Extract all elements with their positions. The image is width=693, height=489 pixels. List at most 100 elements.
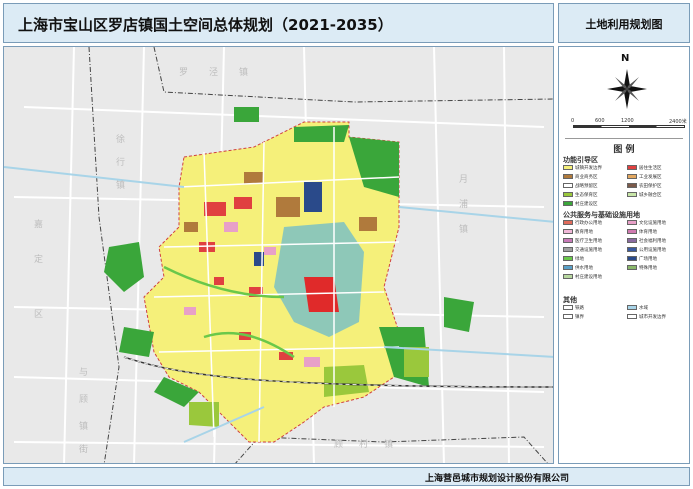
legend-label: 城乡融合区	[639, 193, 662, 198]
legend-swatch	[627, 265, 637, 270]
place-label: 罗	[179, 68, 189, 78]
legend-label: 行政办公用地	[575, 221, 602, 226]
legend-swatch	[563, 256, 573, 261]
place-label: 浦	[459, 200, 469, 210]
legend-section-title: 其他	[563, 296, 577, 304]
legend-swatch	[563, 192, 573, 197]
legend-swatch	[627, 192, 637, 197]
legend-item: 农田保护区	[627, 183, 662, 190]
legend-swatch	[563, 220, 573, 225]
legend-swatch	[627, 174, 637, 179]
title-bar: 上海市宝山区罗店镇国土空间总体规划（2021-2035）	[3, 3, 554, 43]
place-label: 镇	[239, 68, 249, 78]
legend-swatch	[563, 305, 573, 310]
place-label: 嘉	[34, 220, 44, 230]
map-type-title: 土地利用规划图	[585, 18, 663, 31]
land-use-map[interactable]: 罗 泾 镇 徐 行 镇 嘉 定 区 与 顾 镇 街 顾 村 镇 月 浦 镇	[3, 46, 554, 464]
legend-swatch	[563, 265, 573, 270]
legend-label: 城市开发边界	[639, 315, 666, 320]
legend-item: 战略预留区	[563, 183, 598, 190]
place-label: 镇	[459, 225, 469, 235]
legend-item: 公用设施用地	[627, 247, 666, 254]
legend-panel: N 0 600 1200 2400米 图 例 功能引导区 城镇开发边界 居住生活区…	[558, 46, 690, 464]
legend-item: 特殊用地	[627, 265, 657, 272]
place-label: 村	[359, 440, 369, 450]
legend-label: 战略预留区	[575, 184, 598, 189]
legend-swatch	[563, 229, 573, 234]
place-label: 镇	[79, 422, 89, 432]
place-label: 镇	[116, 181, 126, 191]
legend-label: 供水用地	[575, 266, 593, 271]
legend-item: 交通设施用地	[563, 247, 602, 254]
legend-label: 水域	[639, 306, 648, 311]
legend-item: 绿地	[563, 256, 584, 263]
legend-label: 文化设施用地	[639, 221, 666, 226]
legend-label: 教育用地	[575, 230, 593, 235]
place-label: 镇	[384, 440, 394, 450]
scale-bar	[573, 125, 685, 128]
legend-swatch	[627, 247, 637, 252]
legend-item: 供水用地	[563, 265, 593, 272]
legend-label: 工业发展区	[639, 175, 662, 180]
legend-swatch	[563, 183, 573, 188]
legend-swatch	[563, 274, 573, 279]
legend-swatch	[627, 305, 637, 310]
legend-swatch	[627, 229, 637, 234]
scale-label: 2400米	[669, 119, 687, 125]
legend-item: 村庄建设用地	[563, 274, 602, 281]
legend-label: 铁路	[575, 306, 584, 311]
legend-item: 城镇开发边界	[563, 165, 602, 172]
legend-title: 图 例	[559, 138, 689, 155]
scale-label: 0	[571, 118, 575, 124]
place-label: 与	[79, 368, 89, 378]
legend-label: 体育用地	[639, 230, 657, 235]
legend-swatch	[563, 201, 573, 206]
legend-item: 镇界	[563, 314, 584, 321]
map-type-box: 土地利用规划图	[558, 3, 690, 43]
plaza-block	[304, 182, 322, 212]
legend-item: 村庄建设区	[563, 201, 598, 208]
legend-label: 农田保护区	[639, 184, 662, 189]
legend-label: 商业商务区	[575, 175, 598, 180]
legend-label: 城镇开发边界	[575, 166, 602, 171]
scale-label: 1200	[621, 118, 634, 124]
legend-swatch	[563, 314, 573, 319]
legend-label: 村庄建设区	[575, 202, 598, 207]
legend-label: 医疗卫生用地	[575, 239, 602, 244]
legend-swatch	[563, 165, 573, 170]
legend-swatch	[627, 183, 637, 188]
legend-item: 社会福利用地	[627, 238, 666, 245]
legend-label: 交通设施用地	[575, 248, 602, 253]
legend-section-title: 公共服务与基础设施用地	[563, 211, 640, 219]
legend-label: 生态保育区	[575, 193, 598, 198]
place-label: 泾	[209, 68, 219, 78]
legend-swatch	[627, 314, 637, 319]
legend-item: 医疗卫生用地	[563, 238, 602, 245]
legend-label: 广场用地	[639, 257, 657, 262]
place-label: 徐	[116, 135, 126, 145]
legend-label: 居住生活区	[639, 166, 662, 171]
place-label: 定	[34, 255, 44, 265]
scale-label: 600	[595, 118, 605, 124]
legend-label: 绿地	[575, 257, 584, 262]
legend-item: 文化设施用地	[627, 220, 666, 227]
legend-item: 工业发展区	[627, 174, 662, 181]
page-title: 上海市宝山区罗店镇国土空间总体规划（2021-2035）	[18, 16, 393, 34]
place-label: 行	[116, 158, 126, 168]
legend-item: 广场用地	[627, 256, 657, 263]
legend-item: 城市开发边界	[627, 314, 666, 321]
legend-item: 体育用地	[627, 229, 657, 236]
legend-item: 商业商务区	[563, 174, 598, 181]
place-label: 区	[34, 310, 44, 320]
footer-bar: 上海营邑城市规划设计股份有限公司	[3, 467, 690, 486]
legend-section-title: 功能引导区	[563, 156, 598, 164]
legend-item: 铁路	[563, 305, 584, 312]
legend-swatch	[627, 220, 637, 225]
legend-item: 行政办公用地	[563, 220, 602, 227]
legend-item: 城乡融合区	[627, 192, 662, 199]
legend-label: 镇界	[575, 315, 584, 320]
legend-swatch	[627, 238, 637, 243]
place-label: 顾	[79, 395, 89, 405]
legend-label: 社会福利用地	[639, 239, 666, 244]
company-name: 上海营邑城市规划设计股份有限公司	[424, 474, 569, 484]
